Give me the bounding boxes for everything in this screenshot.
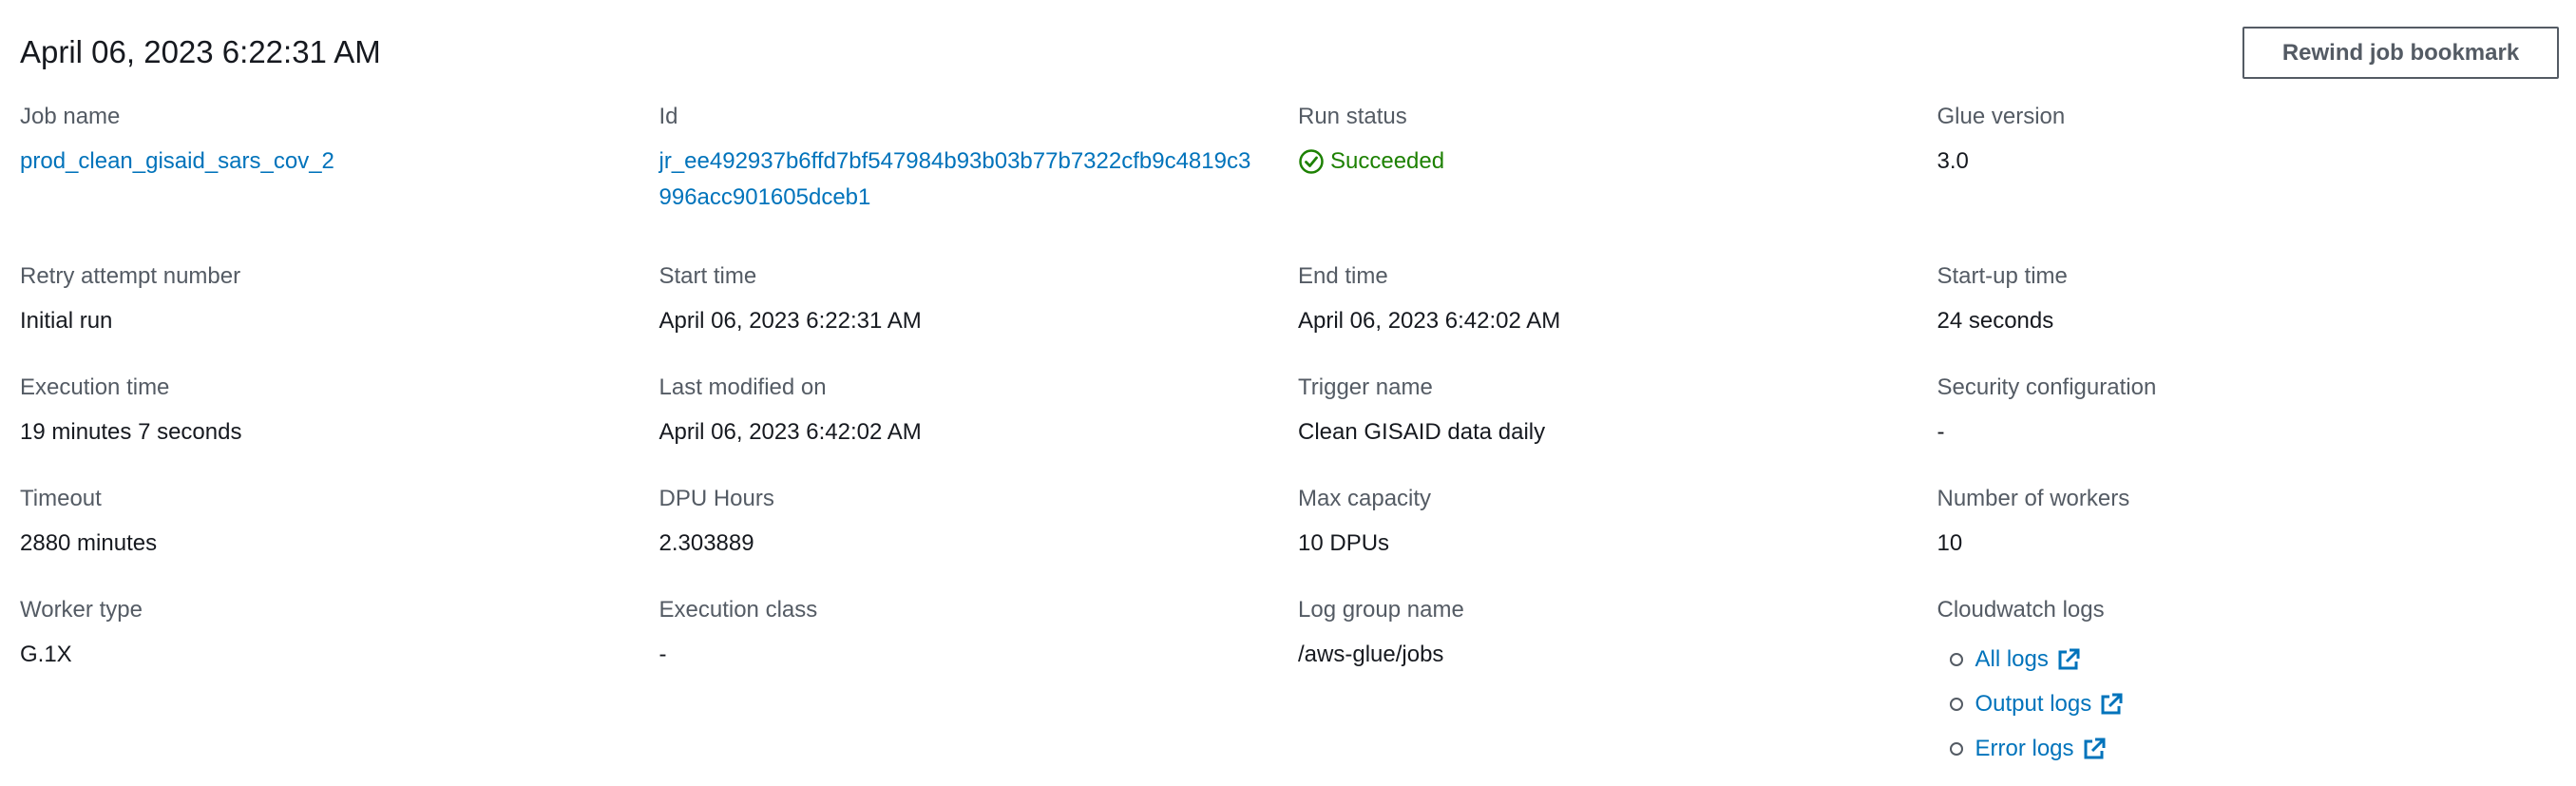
field-label: Execution class [658, 597, 818, 623]
field-last-modified: Last modified on April 06, 2023 6:42:02 … [659, 374, 1299, 485]
field-value: 2.303889 [658, 530, 754, 556]
field-label: Worker type [20, 597, 143, 623]
field-value: April 06, 2023 6:42:02 AM [658, 419, 922, 445]
field-retry-attempt: Retry attempt number Initial run [20, 262, 659, 374]
field-label: Retry attempt number [20, 263, 241, 289]
field-glue-version: Glue version 3.0 [1937, 103, 2576, 262]
field-label: Max capacity [1298, 486, 1432, 511]
check-circle-icon [1299, 149, 1324, 174]
field-value: 19 minutes 7 seconds [20, 419, 242, 445]
field-label: Security configuration [1937, 374, 2157, 400]
field-label: Id [658, 104, 678, 129]
field-run-status: Run status Succeeded [1298, 103, 1937, 262]
field-startup-time: Start-up time 24 seconds [1937, 262, 2576, 374]
field-id: Id jr_ee492937b6ffd7bf547984b93b03b77b73… [659, 103, 1299, 262]
details-grid: Job name prod_clean_gisaid_sars_cov_2 Id… [20, 103, 2576, 771]
field-security-configuration: Security configuration - [1937, 374, 2576, 485]
field-value: Initial run [20, 308, 113, 334]
field-value: 24 seconds [1937, 308, 2054, 334]
bullet-icon [1949, 697, 1963, 711]
field-label: Timeout [20, 486, 102, 511]
field-label: Execution time [20, 374, 170, 400]
field-worker-type: Worker type G.1X [20, 596, 659, 771]
field-label: Run status [1298, 104, 1407, 129]
field-label: Start-up time [1937, 263, 2068, 289]
details-row: Retry attempt number Initial run Start t… [20, 262, 2576, 374]
list-item: All logs [1937, 637, 2539, 681]
field-label: Trigger name [1298, 374, 1433, 400]
field-value: 3.0 [1937, 148, 1969, 174]
list-item: Output logs [1937, 681, 2539, 726]
field-cloudwatch-logs: Cloudwatch logs All logs Output logs Err… [1937, 596, 2576, 771]
field-timeout: Timeout 2880 minutes [20, 485, 659, 596]
page-title: April 06, 2023 6:22:31 AM [20, 34, 381, 69]
field-label: Cloudwatch logs [1937, 597, 2105, 623]
all-logs-link[interactable]: All logs [1975, 642, 2049, 678]
external-link-icon[interactable] [2099, 692, 2124, 717]
field-label: Job name [20, 104, 121, 129]
cloudwatch-log-list: All logs Output logs Error logs [1937, 637, 2539, 771]
external-link-icon[interactable] [2056, 647, 2081, 672]
details-row: Worker type G.1X Execution class - Log g… [20, 596, 2576, 771]
field-value: 10 DPUs [1298, 530, 1390, 556]
field-end-time: End time April 06, 2023 6:42:02 AM [1298, 262, 1937, 374]
field-job-name: Job name prod_clean_gisaid_sars_cov_2 [20, 103, 659, 262]
details-row: Timeout 2880 minutes DPU Hours 2.303889 … [20, 485, 2576, 596]
bullet-icon [1949, 741, 1963, 756]
field-label: Number of workers [1937, 486, 2130, 511]
error-logs-link[interactable]: Error logs [1975, 731, 2074, 767]
field-log-group-name: Log group name /aws-glue/jobs [1298, 596, 1937, 771]
field-start-time: Start time April 06, 2023 6:22:31 AM [659, 262, 1299, 374]
field-label: End time [1298, 263, 1388, 289]
rewind-job-bookmark-button[interactable]: Rewind job bookmark [2242, 27, 2559, 79]
field-value: G.1X [20, 642, 72, 667]
field-value: - [658, 642, 667, 667]
details-row: Execution time 19 minutes 7 seconds Last… [20, 374, 2576, 485]
field-label: Glue version [1937, 104, 2066, 129]
status-badge: Succeeded [1298, 144, 1899, 180]
field-execution-time: Execution time 19 minutes 7 seconds [20, 374, 659, 485]
external-link-icon[interactable] [2082, 737, 2107, 761]
field-label: Start time [658, 263, 757, 289]
field-value: April 06, 2023 6:22:31 AM [658, 308, 922, 334]
output-logs-link[interactable]: Output logs [1975, 686, 2092, 722]
field-label: Log group name [1298, 597, 1464, 623]
list-item: Error logs [1937, 726, 2539, 771]
field-value: 2880 minutes [20, 530, 158, 556]
details-row: Job name prod_clean_gisaid_sars_cov_2 Id… [20, 103, 2576, 262]
job-name-link[interactable]: prod_clean_gisaid_sars_cov_2 [20, 148, 334, 174]
run-id-link[interactable]: jr_ee492937b6ffd7bf547984b93b03b77b7322c… [659, 148, 1251, 210]
field-execution-class: Execution class - [659, 596, 1299, 771]
field-value: - [1937, 419, 1945, 445]
field-label: Last modified on [658, 374, 827, 400]
field-dpu-hours: DPU Hours 2.303889 [659, 485, 1299, 596]
field-value: Clean GISAID data daily [1298, 419, 1546, 445]
field-number-of-workers: Number of workers 10 [1937, 485, 2576, 596]
bullet-icon [1949, 652, 1963, 666]
job-run-details-panel: April 06, 2023 6:22:31 AM Rewind job boo… [0, 0, 2576, 786]
field-max-capacity: Max capacity 10 DPUs [1298, 485, 1937, 596]
field-value: April 06, 2023 6:42:02 AM [1298, 308, 1561, 334]
field-label: DPU Hours [658, 486, 774, 511]
field-trigger-name: Trigger name Clean GISAID data daily [1298, 374, 1937, 485]
field-value: /aws-glue/jobs [1298, 642, 1444, 667]
status-text: Succeeded [1330, 148, 1445, 174]
field-value: 10 [1937, 530, 1963, 556]
